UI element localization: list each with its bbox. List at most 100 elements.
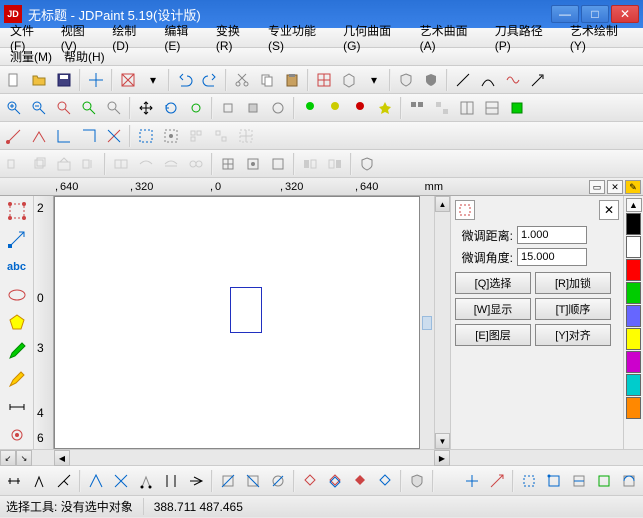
t4-shield-icon[interactable]: [355, 152, 379, 176]
corner-1-icon[interactable]: ↙: [0, 450, 16, 466]
t4-2-icon[interactable]: [27, 152, 51, 176]
scroll-right-icon[interactable]: ▶: [434, 450, 450, 466]
zoom-out-icon[interactable]: [27, 96, 51, 120]
wave-icon[interactable]: [501, 68, 525, 92]
arrow-icon[interactable]: [526, 68, 550, 92]
rp-close-icon[interactable]: ✕: [599, 200, 619, 220]
grid-1-icon[interactable]: [405, 96, 429, 120]
star-icon[interactable]: [373, 96, 397, 120]
ruler-opt-3-icon[interactable]: ✎: [625, 180, 641, 194]
bt-7-icon[interactable]: [159, 469, 183, 493]
rp-select-rect-icon[interactable]: [455, 200, 475, 220]
move-icon[interactable]: [134, 96, 158, 120]
select-rect-icon[interactable]: [3, 198, 31, 224]
bt-2-icon[interactable]: [27, 469, 51, 493]
node-edit-icon[interactable]: [3, 226, 31, 252]
bt-d1-icon[interactable]: [298, 469, 322, 493]
color-swatch[interactable]: [626, 351, 641, 373]
bt-3-icon[interactable]: [52, 469, 76, 493]
bt-4-icon[interactable]: [84, 469, 108, 493]
gear-icon[interactable]: [3, 422, 31, 448]
color-swatch[interactable]: [626, 397, 641, 419]
angle-input[interactable]: [517, 248, 587, 266]
brush-icon[interactable]: [3, 366, 31, 392]
palette-up-icon[interactable]: ▲: [626, 198, 642, 212]
bt-sq4-icon[interactable]: [592, 469, 616, 493]
polygon-icon[interactable]: [3, 310, 31, 336]
dashbox-2-icon[interactable]: [159, 124, 183, 148]
zoom-in-icon[interactable]: [2, 96, 26, 120]
menu-draw[interactable]: 绘制(D): [106, 20, 158, 55]
grid-3-icon[interactable]: [455, 96, 479, 120]
text-icon[interactable]: abc: [3, 254, 31, 280]
box3d-icon[interactable]: [337, 68, 361, 92]
grid-4-icon[interactable]: [480, 96, 504, 120]
zoom-prev-icon[interactable]: [102, 96, 126, 120]
tool-c-icon[interactable]: [266, 96, 290, 120]
bt-arrow-icon[interactable]: [485, 469, 509, 493]
pencil-icon[interactable]: [3, 338, 31, 364]
color-swatch[interactable]: [626, 259, 641, 281]
crosshair-icon[interactable]: [84, 68, 108, 92]
menu-artdraw[interactable]: 艺术绘制(Y): [564, 20, 639, 55]
grid5-icon[interactable]: [234, 124, 258, 148]
t4-5-icon[interactable]: [109, 152, 133, 176]
bt-shield-icon[interactable]: [405, 469, 429, 493]
t4-6-icon[interactable]: [134, 152, 158, 176]
t4-13-icon[interactable]: [323, 152, 347, 176]
menu-measure[interactable]: 测量(M): [4, 46, 58, 67]
paste-icon[interactable]: [280, 68, 304, 92]
save-icon[interactable]: [52, 68, 76, 92]
shape-icon[interactable]: [3, 282, 31, 308]
horizontal-scrollbar[interactable]: ↙↘ ◀ ▶: [0, 449, 643, 465]
bt-d4-icon[interactable]: [373, 469, 397, 493]
color-swatch[interactable]: [626, 213, 641, 235]
grid-2-icon[interactable]: [430, 96, 454, 120]
btn-order[interactable]: [T]顺序: [535, 298, 611, 320]
refresh-icon[interactable]: [184, 96, 208, 120]
t4-7-icon[interactable]: [159, 152, 183, 176]
color-swatch[interactable]: [626, 305, 641, 327]
menu-professional[interactable]: 专业功能(S): [262, 20, 337, 55]
dist-input[interactable]: [517, 226, 587, 244]
btn-select[interactable]: [Q]选择: [455, 272, 531, 294]
btn-show[interactable]: [W]显示: [455, 298, 531, 320]
bt-d2-icon[interactable]: [323, 469, 347, 493]
bt-pt-icon[interactable]: [460, 469, 484, 493]
t4-1-icon[interactable]: [2, 152, 26, 176]
measure-icon[interactable]: [3, 394, 31, 420]
shield-2-icon[interactable]: [419, 68, 443, 92]
p3-icon[interactable]: [52, 124, 76, 148]
btn-align[interactable]: [Y]对齐: [535, 324, 611, 346]
tool-a-icon[interactable]: [216, 96, 240, 120]
view-marker-icon[interactable]: [422, 316, 432, 330]
scroll-up-icon[interactable]: ▲: [435, 196, 450, 212]
t4-3-icon[interactable]: [52, 152, 76, 176]
btn-lock[interactable]: [R]加锁: [535, 272, 611, 294]
p4-icon[interactable]: [77, 124, 101, 148]
btn-layer[interactable]: [E]图层: [455, 324, 531, 346]
ruler-opt-2-icon[interactable]: ✕: [607, 180, 623, 194]
bt-5-icon[interactable]: [109, 469, 133, 493]
color-swatch[interactable]: [626, 374, 641, 396]
bt-d3-icon[interactable]: [348, 469, 372, 493]
drawn-rectangle[interactable]: [230, 287, 262, 333]
grid4-icon[interactable]: [209, 124, 233, 148]
p5-icon[interactable]: [102, 124, 126, 148]
dropdown-1-icon[interactable]: ▾: [141, 68, 165, 92]
t4-11-icon[interactable]: [266, 152, 290, 176]
new-file-icon[interactable]: [2, 68, 26, 92]
ruler-opt-1-icon[interactable]: ▭: [589, 180, 605, 194]
bt-11-icon[interactable]: [266, 469, 290, 493]
cut-icon[interactable]: [230, 68, 254, 92]
grid3-icon[interactable]: [184, 124, 208, 148]
color-swatch[interactable]: [626, 282, 641, 304]
t4-4-icon[interactable]: [77, 152, 101, 176]
bt-sq5-icon[interactable]: [617, 469, 641, 493]
bt-1-icon[interactable]: [2, 469, 26, 493]
bt-sq2-icon[interactable]: [542, 469, 566, 493]
bt-6-icon[interactable]: [134, 469, 158, 493]
color-swatch[interactable]: [626, 236, 641, 258]
curve-icon[interactable]: [476, 68, 500, 92]
menu-transform[interactable]: 变换(R): [210, 20, 262, 55]
